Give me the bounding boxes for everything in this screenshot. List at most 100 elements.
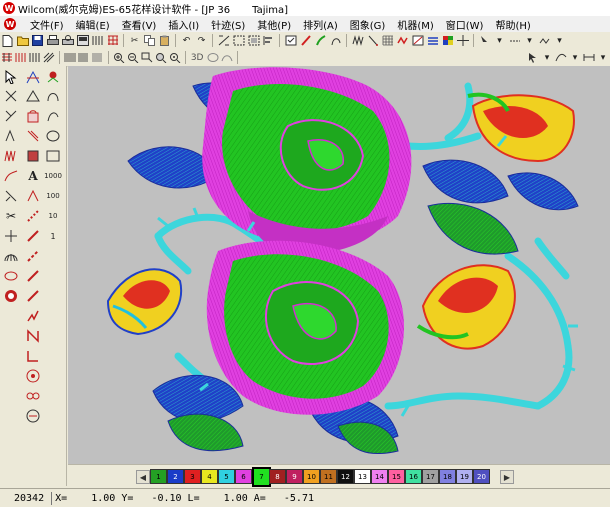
- stitch-pattern-icon[interactable]: [351, 34, 364, 47]
- menu-arrange[interactable]: 排列(A): [297, 17, 344, 32]
- hoop-tool-icon[interactable]: [3, 288, 19, 304]
- jump-icon[interactable]: [25, 248, 41, 264]
- fill-a-icon[interactable]: [64, 51, 76, 64]
- palette-swatch-9[interactable]: 9: [286, 469, 303, 484]
- menu-image[interactable]: 图象(G): [344, 17, 392, 32]
- view-3d-button[interactable]: 3D: [190, 51, 205, 64]
- hoop-view-icon[interactable]: [207, 51, 219, 64]
- wilcom-app-icon[interactable]: W: [3, 2, 15, 14]
- palette-swatch-2[interactable]: 2: [167, 469, 184, 484]
- palette-swatch-14[interactable]: 14: [371, 469, 388, 484]
- new-file-icon[interactable]: [1, 34, 14, 47]
- outline-icon[interactable]: [329, 34, 342, 47]
- pan-icon[interactable]: [169, 51, 181, 64]
- needle-red-icon[interactable]: [299, 34, 312, 47]
- tack-tool-icon[interactable]: [3, 228, 19, 244]
- fill-tool-icon[interactable]: [25, 148, 41, 164]
- menu-window[interactable]: 窗口(W): [440, 17, 490, 32]
- open-folder-icon[interactable]: [16, 34, 29, 47]
- select-all-icon[interactable]: [232, 34, 245, 47]
- stitch-run-tool-icon[interactable]: [3, 168, 19, 184]
- palette-swatch-16[interactable]: 16: [405, 469, 422, 484]
- branch-icon[interactable]: [3, 108, 19, 124]
- select-arrow-icon[interactable]: [3, 69, 19, 85]
- chevron-down-icon[interactable]: ▾: [541, 51, 553, 64]
- menu-stitch[interactable]: 针迹(S): [205, 17, 251, 32]
- needle-point-icon[interactable]: [366, 34, 379, 47]
- menu-help[interactable]: 帮助(H): [489, 17, 536, 32]
- rectangle-tool-icon[interactable]: [45, 148, 61, 164]
- cut-icon[interactable]: ✂: [128, 34, 141, 47]
- document-menu-icon[interactable]: W: [4, 18, 16, 30]
- point-tool-icon[interactable]: [3, 88, 19, 104]
- count-100-label[interactable]: 100: [45, 188, 61, 204]
- red-stitch-icon[interactable]: [396, 34, 409, 47]
- zoom-fit-icon[interactable]: [155, 51, 167, 64]
- arc-icon[interactable]: [45, 88, 61, 104]
- fan-icon[interactable]: [3, 248, 19, 264]
- palette-swatch-13[interactable]: 13: [354, 469, 371, 484]
- dropdown-tool-icon[interactable]: [478, 34, 491, 47]
- palette-scroll-left-icon[interactable]: ◀: [136, 470, 150, 484]
- scissors-icon[interactable]: ✂: [3, 208, 19, 224]
- print-icon[interactable]: [46, 34, 59, 47]
- colorway-icon[interactable]: [441, 34, 454, 47]
- column-b-icon[interactable]: [25, 128, 41, 144]
- pattern-d-icon[interactable]: [43, 51, 55, 64]
- stop-icon[interactable]: [25, 408, 41, 424]
- palette-swatch-5[interactable]: 5: [218, 469, 235, 484]
- menu-other[interactable]: 其他(P): [251, 17, 297, 32]
- chevron-down-icon[interactable]: ▾: [523, 34, 536, 47]
- zoom-in-icon[interactable]: [113, 51, 125, 64]
- chain-icon[interactable]: [25, 388, 41, 404]
- palette-swatch-4[interactable]: 4: [201, 469, 218, 484]
- save-icon[interactable]: [31, 34, 44, 47]
- ring-icon[interactable]: [3, 268, 19, 284]
- grid-red-icon[interactable]: [106, 34, 119, 47]
- stitch-run-icon[interactable]: [508, 34, 521, 47]
- pattern-c-icon[interactable]: [29, 51, 41, 64]
- paste-icon[interactable]: [158, 34, 171, 47]
- palette-scroll-right-icon[interactable]: ▶: [500, 470, 514, 484]
- copy-icon[interactable]: [143, 34, 156, 47]
- zigzag-red-icon[interactable]: [25, 308, 41, 324]
- group-icon[interactable]: [247, 34, 260, 47]
- palette-swatch-10[interactable]: 10: [303, 469, 320, 484]
- chevron-down-icon[interactable]: ▾: [569, 51, 581, 64]
- trim-icon[interactable]: [25, 208, 41, 224]
- align-icon[interactable]: [262, 34, 275, 47]
- needle-green-icon[interactable]: [314, 34, 327, 47]
- print-preview-icon[interactable]: [61, 34, 74, 47]
- column-a-icon[interactable]: [3, 128, 19, 144]
- reshape-icon[interactable]: [25, 69, 41, 85]
- palette-swatch-17[interactable]: 17: [422, 469, 439, 484]
- stitch-grid-icon[interactable]: [91, 34, 104, 47]
- show-stitches-icon[interactable]: [284, 34, 297, 47]
- machine-icon[interactable]: [76, 34, 89, 47]
- design-canvas[interactable]: [68, 66, 610, 464]
- menu-machine[interactable]: 机器(M): [391, 17, 439, 32]
- needle-tool-icon[interactable]: [25, 228, 41, 244]
- palette-swatch-18[interactable]: 18: [439, 469, 456, 484]
- manual-stitch-icon[interactable]: [3, 188, 19, 204]
- undo-icon[interactable]: ↶: [180, 34, 193, 47]
- motif-icon[interactable]: [45, 69, 61, 85]
- curve-icon[interactable]: [45, 108, 61, 124]
- lettering-tool-icon[interactable]: A: [25, 168, 41, 184]
- path-icon[interactable]: [555, 51, 567, 64]
- grid-icon[interactable]: [381, 34, 394, 47]
- transform-icon[interactable]: [217, 34, 230, 47]
- palette-swatch-11[interactable]: 11: [320, 469, 337, 484]
- pattern-b-icon[interactable]: [15, 51, 27, 64]
- arrow-select-icon[interactable]: [527, 51, 539, 64]
- palette-swatch-1[interactable]: 1: [150, 469, 167, 484]
- palette-swatch-20[interactable]: 20: [473, 469, 490, 484]
- lettering-bag-icon[interactable]: [25, 108, 41, 124]
- outline-shape-icon[interactable]: [25, 88, 41, 104]
- n-shape-icon[interactable]: [25, 328, 41, 344]
- chevron-down-icon[interactable]: ▾: [597, 51, 609, 64]
- crosshair-icon[interactable]: [456, 34, 469, 47]
- menu-edit[interactable]: 编辑(E): [70, 17, 116, 32]
- menu-insert[interactable]: 插入(I): [162, 17, 205, 32]
- count-1000-label[interactable]: 1000: [44, 168, 62, 184]
